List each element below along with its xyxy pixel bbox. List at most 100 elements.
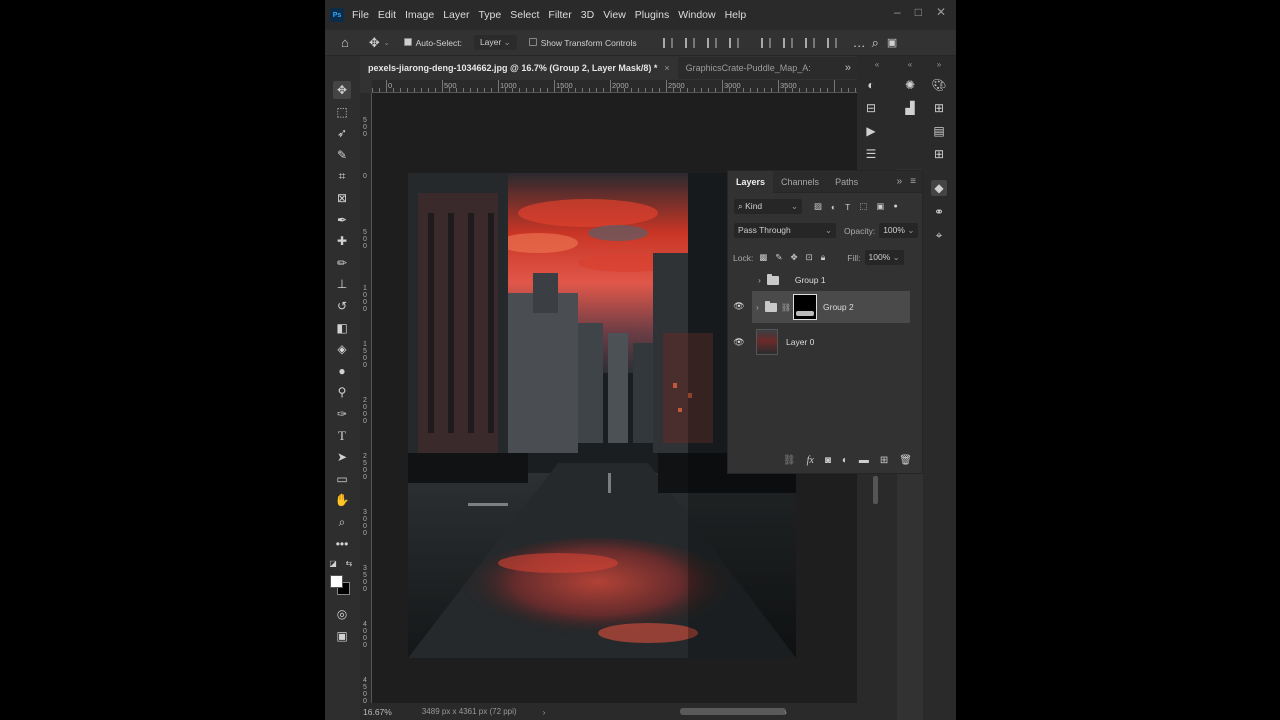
minimize-icon[interactable]: – <box>894 5 901 19</box>
search-icon[interactable]: ⌕ <box>872 35 879 51</box>
mask-link-icon[interactable]: ⛓︎ <box>781 303 791 312</box>
layer-row-group-2[interactable]: › ⛓︎ Group 2 <box>752 291 910 323</box>
swatches-grid-icon[interactable]: ⊞ <box>931 100 947 116</box>
zoom-tool-icon[interactable]: ⌕ <box>333 513 351 531</box>
panel-menu-icon[interactable]: ≡ <box>910 176 916 187</box>
close-icon[interactable]: ✕ <box>936 5 946 19</box>
screen-mode-icon[interactable]: ▣ <box>333 627 351 645</box>
new-group-icon[interactable]: ▬ <box>859 455 869 466</box>
chevron-down-icon[interactable]: ⌄ <box>384 39 390 47</box>
menu-help[interactable]: Help <box>725 9 747 21</box>
move-tool-icon[interactable]: ✥ <box>369 35 380 51</box>
opacity-input[interactable]: 100% ⌄ <box>879 223 919 238</box>
dock-collapse-icon[interactable]: « <box>902 56 918 72</box>
swap-colors-icon[interactable]: ⇆ <box>343 557 355 569</box>
lock-artboard-icon[interactable]: ⊡ <box>806 252 813 263</box>
foreground-color-swatch[interactable] <box>330 575 343 588</box>
horizontal-scrollbar[interactable] <box>680 708 786 715</box>
lock-transparent-icon[interactable]: ▩ <box>759 252 767 263</box>
menu-filter[interactable]: Filter <box>548 9 571 21</box>
align-bottom-icon[interactable] <box>804 37 815 48</box>
tab-document-active[interactable]: pexels-jiarong-deng-1034662.jpg @ 16.7% … <box>360 57 678 79</box>
frame-tool-icon[interactable]: ⊠ <box>333 189 351 207</box>
more-tools-icon[interactable]: ••• <box>333 535 351 553</box>
type-tool-icon[interactable]: T <box>333 427 351 445</box>
delete-layer-icon[interactable]: 🗑︎ <box>899 455 912 466</box>
home-icon[interactable]: ⌂ <box>341 35 349 50</box>
navigator-icon[interactable]: ✺ <box>902 77 918 93</box>
paths-icon[interactable]: ⌖ <box>931 227 947 243</box>
crop-tool-icon[interactable]: ⌗ <box>333 167 351 185</box>
menu-file[interactable]: File <box>352 9 369 21</box>
layers-panel-icon[interactable]: ◆ <box>931 180 947 196</box>
visibility-toggle-eye-icon[interactable]: 👁︎ <box>728 301 750 312</box>
menu-3d[interactable]: 3D <box>581 9 594 21</box>
distribute-vertical-icon[interactable] <box>826 37 837 48</box>
status-arrow-icon[interactable]: › <box>543 707 546 717</box>
blend-mode-dropdown[interactable]: Pass Through ⌄ <box>734 223 836 238</box>
hand-tool-icon[interactable]: ✋ <box>333 491 351 509</box>
move-tool-icon[interactable]: ✥ <box>333 81 351 99</box>
more-options-icon[interactable]: … <box>853 35 866 50</box>
filter-type-icon[interactable]: T <box>845 202 850 212</box>
tab-channels[interactable]: Channels <box>773 171 827 193</box>
tab-document-puddle[interactable]: GraphicsCrate-Puddle_Map_A: <box>678 57 819 79</box>
sliders-icon[interactable]: ☰ <box>863 146 879 162</box>
marquee-tool-icon[interactable]: ⬚ <box>333 103 351 121</box>
actions-play-icon[interactable]: ▶ <box>863 123 879 139</box>
visibility-toggle-eye-icon[interactable]: 👁︎ <box>728 337 750 348</box>
chevron-right-icon[interactable]: › <box>758 275 761 285</box>
channels-icon[interactable]: ⚭ <box>931 204 947 220</box>
chevron-right-icon[interactable]: › <box>756 302 759 312</box>
filter-adjustment-icon[interactable]: ◐ <box>831 202 836 212</box>
transform-checkbox[interactable] <box>528 37 541 48</box>
panel-collapse-icon[interactable]: » <box>897 176 903 187</box>
layer-row-layer-0[interactable]: 👁︎ Layer 0 <box>728 326 910 358</box>
menu-edit[interactable]: Edit <box>378 9 396 21</box>
default-colors-icon[interactable]: ◪ <box>327 557 339 569</box>
lock-position-icon[interactable]: ✥ <box>790 252 797 263</box>
close-tab-icon[interactable]: × <box>664 63 669 73</box>
blur-tool-icon[interactable]: ● <box>333 362 351 380</box>
lock-image-icon[interactable]: ✎ <box>775 252 782 263</box>
align-top-icon[interactable] <box>760 37 771 48</box>
patterns-icon[interactable]: ⊞ <box>931 146 947 162</box>
dock-collapse-icon[interactable]: « <box>869 56 885 72</box>
dock-scrollbar[interactable] <box>873 476 878 504</box>
scroll-right-icon[interactable]: › <box>784 707 787 717</box>
auto-select-dropdown[interactable]: Layer ⌄ <box>473 35 517 50</box>
gradient-icon[interactable]: ▤ <box>931 123 947 139</box>
align-left-icon[interactable] <box>662 37 673 48</box>
history-brush-tool-icon[interactable]: ↺ <box>333 297 351 315</box>
link-layers-icon[interactable]: ⛓︎ <box>783 455 796 466</box>
lock-all-icon[interactable]: 🔒︎ <box>821 252 826 263</box>
fx-icon[interactable]: fx <box>807 455 814 466</box>
maximize-icon[interactable]: □ <box>915 5 922 19</box>
filter-toggle-icon[interactable]: ● <box>893 203 897 210</box>
dodge-tool-icon[interactable]: ⚲ <box>333 383 351 401</box>
filter-pixel-icon[interactable]: ▨ <box>814 201 822 212</box>
eraser-tool-icon[interactable]: ◧ <box>333 319 351 337</box>
align-right-icon[interactable] <box>706 37 717 48</box>
healing-brush-tool-icon[interactable]: ✚ <box>333 232 351 250</box>
fill-input[interactable]: 100% ⌄ <box>864 250 904 265</box>
pen-tool-icon[interactable]: ✑ <box>333 405 351 423</box>
adjustment-layer-icon[interactable]: ◐ <box>842 455 848 466</box>
menu-image[interactable]: Image <box>405 9 434 21</box>
menu-type[interactable]: Type <box>478 9 501 21</box>
new-layer-icon[interactable]: ⊞ <box>880 455 888 466</box>
distribute-icon[interactable] <box>728 37 739 48</box>
add-mask-icon[interactable]: ◙ <box>825 455 831 466</box>
layer-mask-thumbnail[interactable] <box>793 294 817 320</box>
menu-window[interactable]: Window <box>678 9 715 21</box>
lasso-tool-icon[interactable]: ➶ <box>333 124 351 142</box>
quick-select-tool-icon[interactable]: ✎ <box>333 146 351 164</box>
quick-mask-icon[interactable]: ◎ <box>333 605 351 623</box>
filter-kind-dropdown[interactable]: ⌕ Kind ⌄ <box>734 199 802 214</box>
path-select-tool-icon[interactable]: ➤ <box>333 448 351 466</box>
menu-layer[interactable]: Layer <box>443 9 469 21</box>
zoom-level[interactable]: 16.67% <box>363 707 392 717</box>
filter-shape-icon[interactable]: ⬚ <box>859 201 867 212</box>
adjustments-icon[interactable]: ◐ <box>863 77 879 93</box>
filter-smart-object-icon[interactable]: ▣ <box>876 201 884 212</box>
